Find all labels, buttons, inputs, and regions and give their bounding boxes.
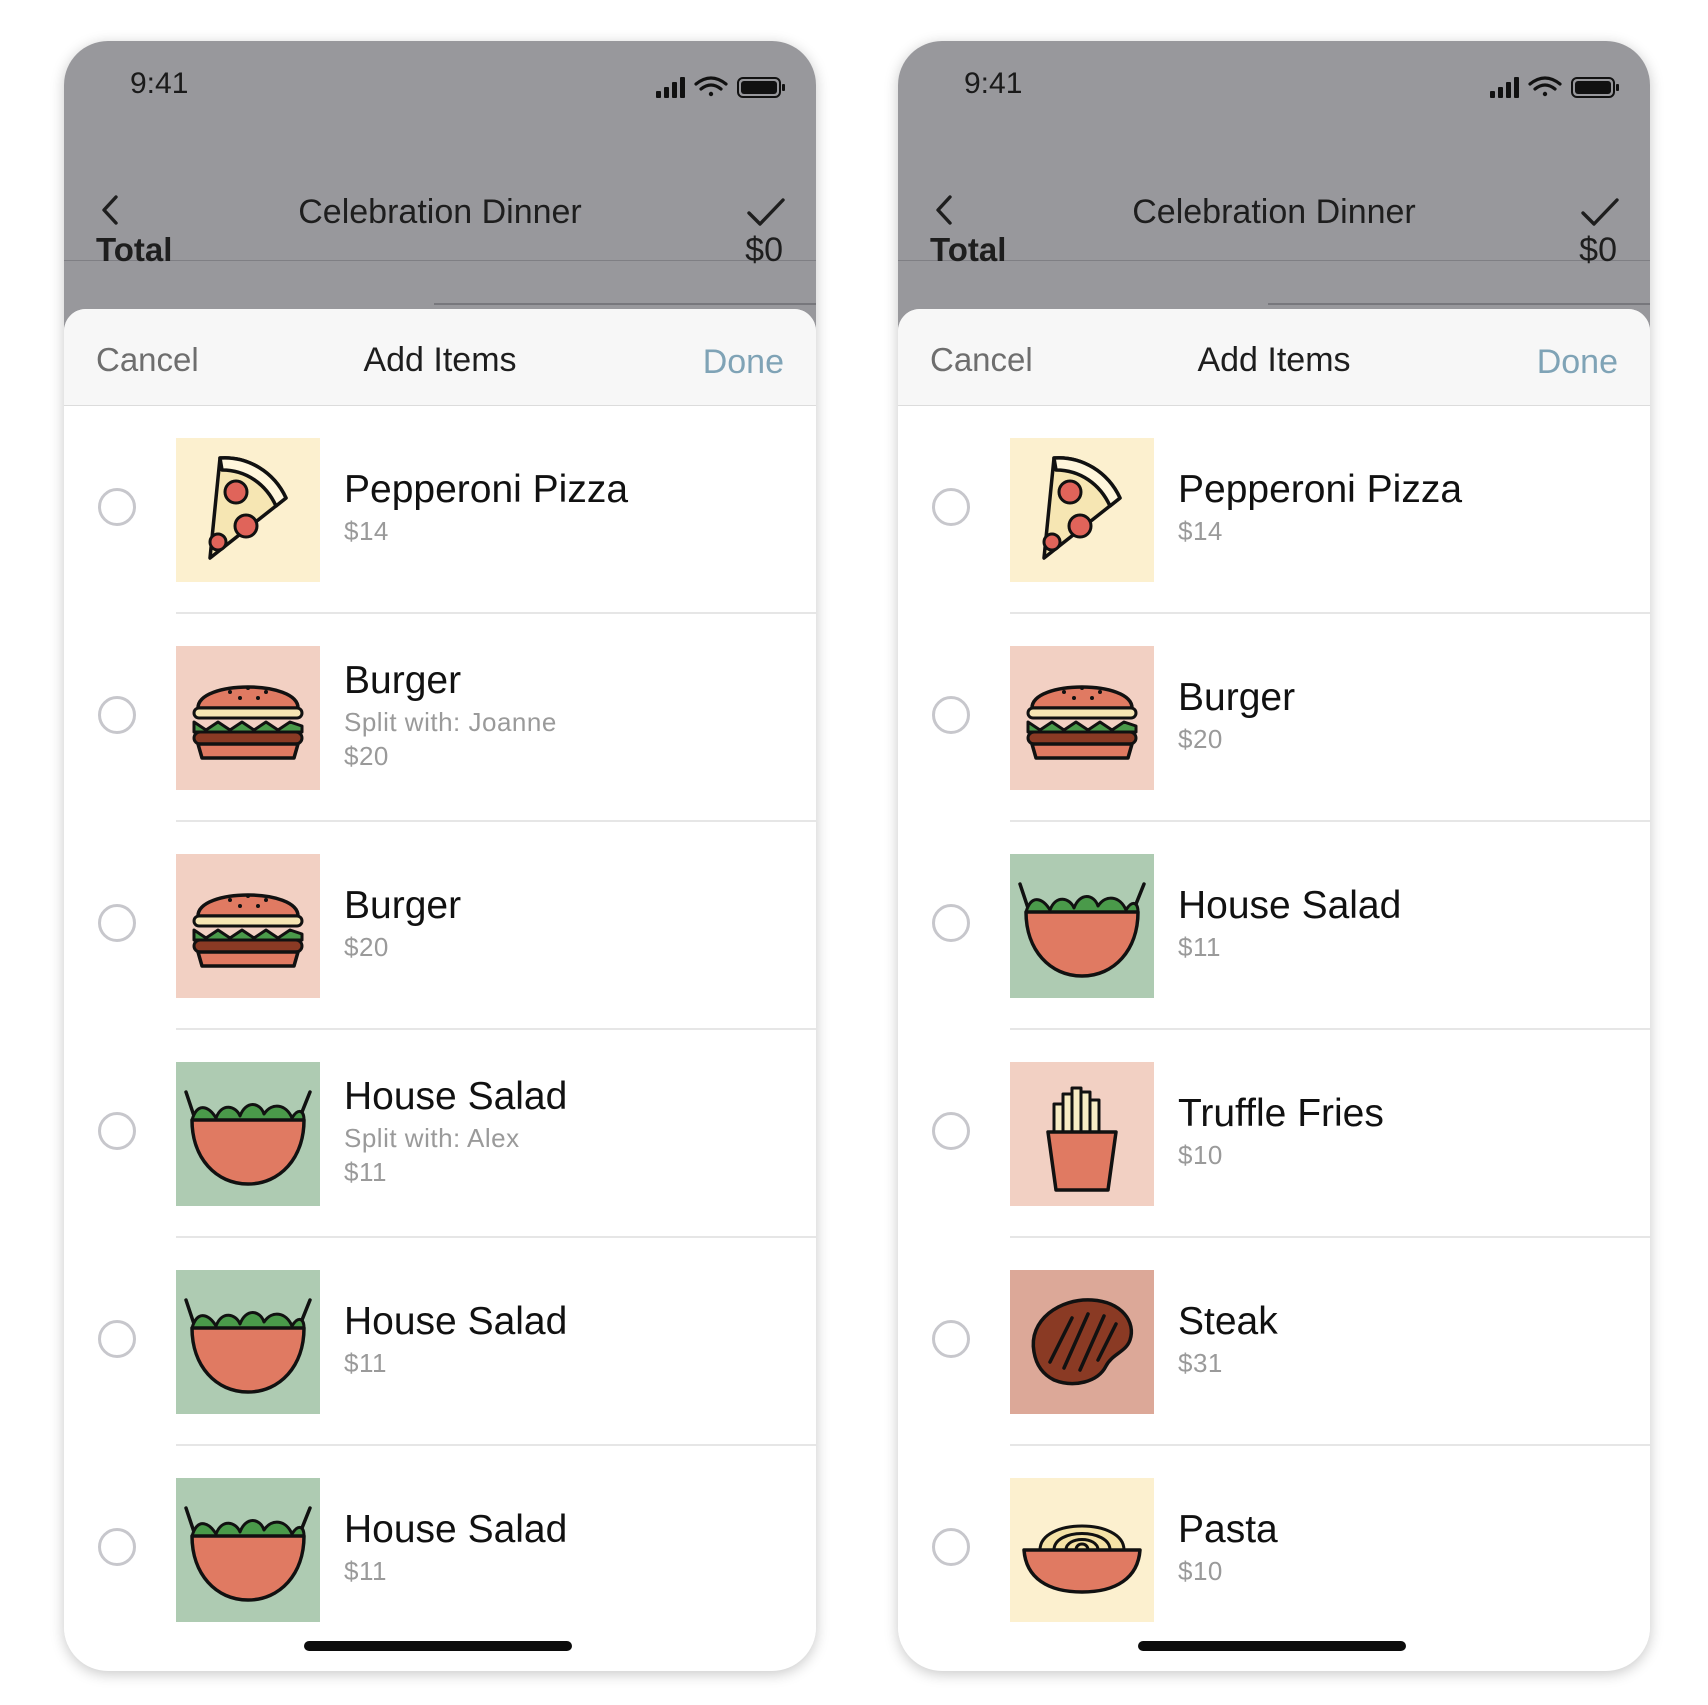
item-price: $20 (344, 932, 389, 962)
select-radio[interactable] (98, 696, 136, 734)
nav-title: Celebration Dinner (298, 193, 582, 231)
phone-screen-right: 9:41 Celebration Dinner Total $0 Cancel … (898, 41, 1650, 1671)
select-radio[interactable] (932, 1528, 970, 1566)
total-divider (1268, 303, 1650, 305)
fries-icon (1010, 1062, 1154, 1206)
nav-divider (898, 260, 1650, 261)
add-items-sheet: Cancel Add Items Done Pepperoni Pizza $1… (898, 309, 1650, 1645)
salad-icon (1010, 854, 1154, 998)
item-name: Steak (1178, 1300, 1278, 1343)
done-button[interactable]: Done (703, 343, 784, 382)
select-radio[interactable] (98, 488, 136, 526)
signal-icon (656, 77, 685, 98)
item-price: $10 (1178, 1556, 1223, 1586)
burger-icon (176, 854, 320, 998)
burger-icon (1010, 646, 1154, 790)
item-name: House Salad (344, 1508, 568, 1551)
dimmed-background: 9:41 Celebration Dinner (898, 41, 1650, 341)
item-price: $10 (1178, 1140, 1223, 1170)
list-item[interactable]: Pasta $10 (898, 1446, 1650, 1645)
dimmed-background: 9:41 Celebration Dinner (64, 41, 816, 341)
status-time: 9:41 (964, 67, 1023, 100)
select-radio[interactable] (932, 488, 970, 526)
pizza-icon (176, 438, 320, 582)
item-name: Pasta (1178, 1508, 1278, 1551)
item-price: $11 (1178, 932, 1221, 962)
total-value: $0 (1579, 231, 1617, 269)
total-divider (434, 303, 816, 305)
total-label: Total (930, 231, 1007, 268)
item-name: House Salad (1178, 884, 1402, 927)
salad-icon (176, 1270, 320, 1414)
signal-icon (1490, 77, 1519, 98)
add-items-sheet: Cancel Add Items Done Pepperoni Pizza $1… (64, 309, 816, 1645)
phone-screen-left: 9:41 Celebration Dinner Total $0 Cancel … (64, 41, 816, 1671)
status-icons (656, 76, 785, 98)
list-item[interactable]: Burger $20 (898, 614, 1650, 822)
battery-icon (1571, 77, 1619, 98)
done-button[interactable]: Done (1537, 343, 1618, 382)
status-icons (1490, 76, 1619, 98)
list-item[interactable]: Burger $20 (64, 822, 816, 1030)
checkmark-icon[interactable] (746, 196, 786, 228)
steak-icon (1010, 1270, 1154, 1414)
sheet-header: Cancel Add Items Done (64, 309, 816, 406)
items-list: Pepperoni Pizza $14 Burger Split with: J… (64, 406, 816, 1645)
list-item[interactable]: House Salad Split with: Alex $11 (64, 1030, 816, 1238)
item-name: Pepperoni Pizza (344, 468, 629, 511)
status-time: 9:41 (130, 67, 189, 100)
total-label: Total (96, 231, 173, 268)
item-name: Truffle Fries (1178, 1092, 1384, 1135)
item-name: Burger (1178, 676, 1296, 719)
item-price: $20 (1178, 724, 1223, 754)
nav-divider (64, 260, 816, 261)
select-radio[interactable] (98, 1320, 136, 1358)
select-radio[interactable] (932, 904, 970, 942)
wifi-icon (1528, 76, 1562, 97)
wifi-icon (694, 76, 728, 97)
list-item[interactable]: House Salad $11 (64, 1238, 816, 1446)
list-item[interactable]: Truffle Fries $10 (898, 1030, 1650, 1238)
list-item[interactable]: House Salad $11 (64, 1446, 816, 1645)
item-name: House Salad (344, 1300, 568, 1343)
total-value: $0 (745, 231, 783, 269)
salad-icon (176, 1478, 320, 1622)
sheet-header: Cancel Add Items Done (898, 309, 1650, 406)
select-radio[interactable] (932, 696, 970, 734)
item-price: $31 (1178, 1348, 1223, 1378)
item-name: Burger (344, 659, 462, 702)
pasta-icon (1010, 1478, 1154, 1622)
select-radio[interactable] (98, 1528, 136, 1566)
item-name: Pepperoni Pizza (1178, 468, 1463, 511)
item-price: $14 (1178, 516, 1223, 546)
select-radio[interactable] (932, 1112, 970, 1150)
split-with-label: Split with: Joanne (344, 707, 557, 737)
checkmark-icon[interactable] (1580, 196, 1620, 228)
pizza-icon (1010, 438, 1154, 582)
home-indicator (1138, 1641, 1406, 1651)
home-indicator (304, 1641, 572, 1651)
list-item[interactable]: Pepperoni Pizza $14 (64, 406, 816, 614)
list-item[interactable]: Pepperoni Pizza $14 (898, 406, 1650, 614)
battery-icon (737, 77, 785, 98)
nav-title: Celebration Dinner (1132, 193, 1416, 231)
select-radio[interactable] (98, 1112, 136, 1150)
list-item[interactable]: House Salad $11 (898, 822, 1650, 1030)
item-price: $14 (344, 516, 389, 546)
burger-icon (176, 646, 320, 790)
item-price: $11 (344, 1348, 387, 1378)
item-price: $11 (344, 1556, 387, 1586)
list-item[interactable]: Burger Split with: Joanne $20 (64, 614, 816, 822)
select-radio[interactable] (932, 1320, 970, 1358)
items-list: Pepperoni Pizza $14 Burger $20 House Sal… (898, 406, 1650, 1645)
item-name: Burger (344, 884, 462, 927)
item-name: House Salad (344, 1075, 568, 1118)
item-price: $11 (344, 1157, 387, 1187)
list-item[interactable]: Steak $31 (898, 1238, 1650, 1446)
split-with-label: Split with: Alex (344, 1123, 520, 1153)
item-price: $20 (344, 741, 389, 771)
salad-icon (176, 1062, 320, 1206)
select-radio[interactable] (98, 904, 136, 942)
